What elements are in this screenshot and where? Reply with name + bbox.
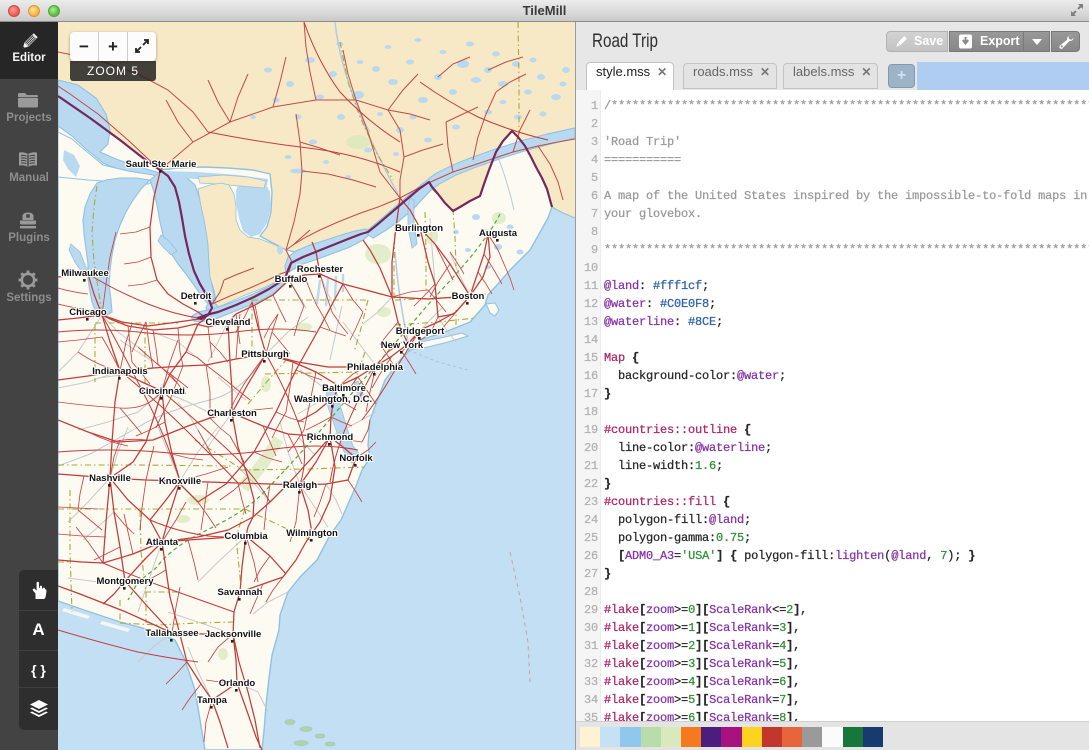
svg-text:Knoxville: Knoxville (159, 476, 201, 487)
svg-text:Baltimore: Baltimore (322, 383, 366, 394)
svg-text:Augusta: Augusta (479, 228, 518, 239)
svg-text:New York: New York (381, 340, 424, 351)
svg-text:Boston: Boston (452, 291, 485, 302)
svg-text:Norfolk: Norfolk (339, 453, 373, 464)
svg-text:Detroit: Detroit (181, 291, 212, 302)
svg-text:Orlando: Orlando (219, 678, 256, 689)
svg-text:Chicago: Chicago (69, 307, 107, 318)
svg-text:Cleveland: Cleveland (206, 317, 251, 328)
svg-text:Washington, D.C.: Washington, D.C. (294, 394, 372, 405)
svg-text:Milwaukee: Milwaukee (61, 268, 109, 279)
svg-text:Buffalo: Buffalo (275, 274, 308, 285)
svg-text:Indianapolis: Indianapolis (92, 366, 147, 377)
svg-text:Sault Ste. Marie: Sault Ste. Marie (126, 159, 197, 170)
svg-text:Columbia: Columbia (224, 531, 268, 542)
svg-text:Tallahassee: Tallahassee (145, 628, 198, 639)
svg-text:Wilmington: Wilmington (286, 528, 338, 539)
svg-text:Nashville: Nashville (89, 473, 131, 484)
svg-text:Savannah: Savannah (218, 587, 263, 598)
svg-text:Philadelphia: Philadelphia (347, 362, 404, 373)
svg-text:Cincinnati: Cincinnati (139, 386, 185, 397)
svg-text:Bridgeport: Bridgeport (396, 326, 445, 337)
svg-text:Richmond: Richmond (307, 432, 354, 443)
svg-text:Atlanta: Atlanta (146, 537, 179, 548)
svg-text:Jacksonville: Jacksonville (205, 629, 262, 640)
svg-text:Montgomery: Montgomery (97, 576, 155, 587)
svg-text:Rochester: Rochester (297, 264, 344, 275)
svg-text:Charleston: Charleston (207, 408, 257, 419)
svg-text:Tampa: Tampa (197, 695, 228, 706)
svg-text:Raleigh: Raleigh (283, 480, 318, 491)
svg-text:Pittsburgh: Pittsburgh (241, 349, 289, 360)
svg-text:Burlington: Burlington (395, 223, 443, 234)
